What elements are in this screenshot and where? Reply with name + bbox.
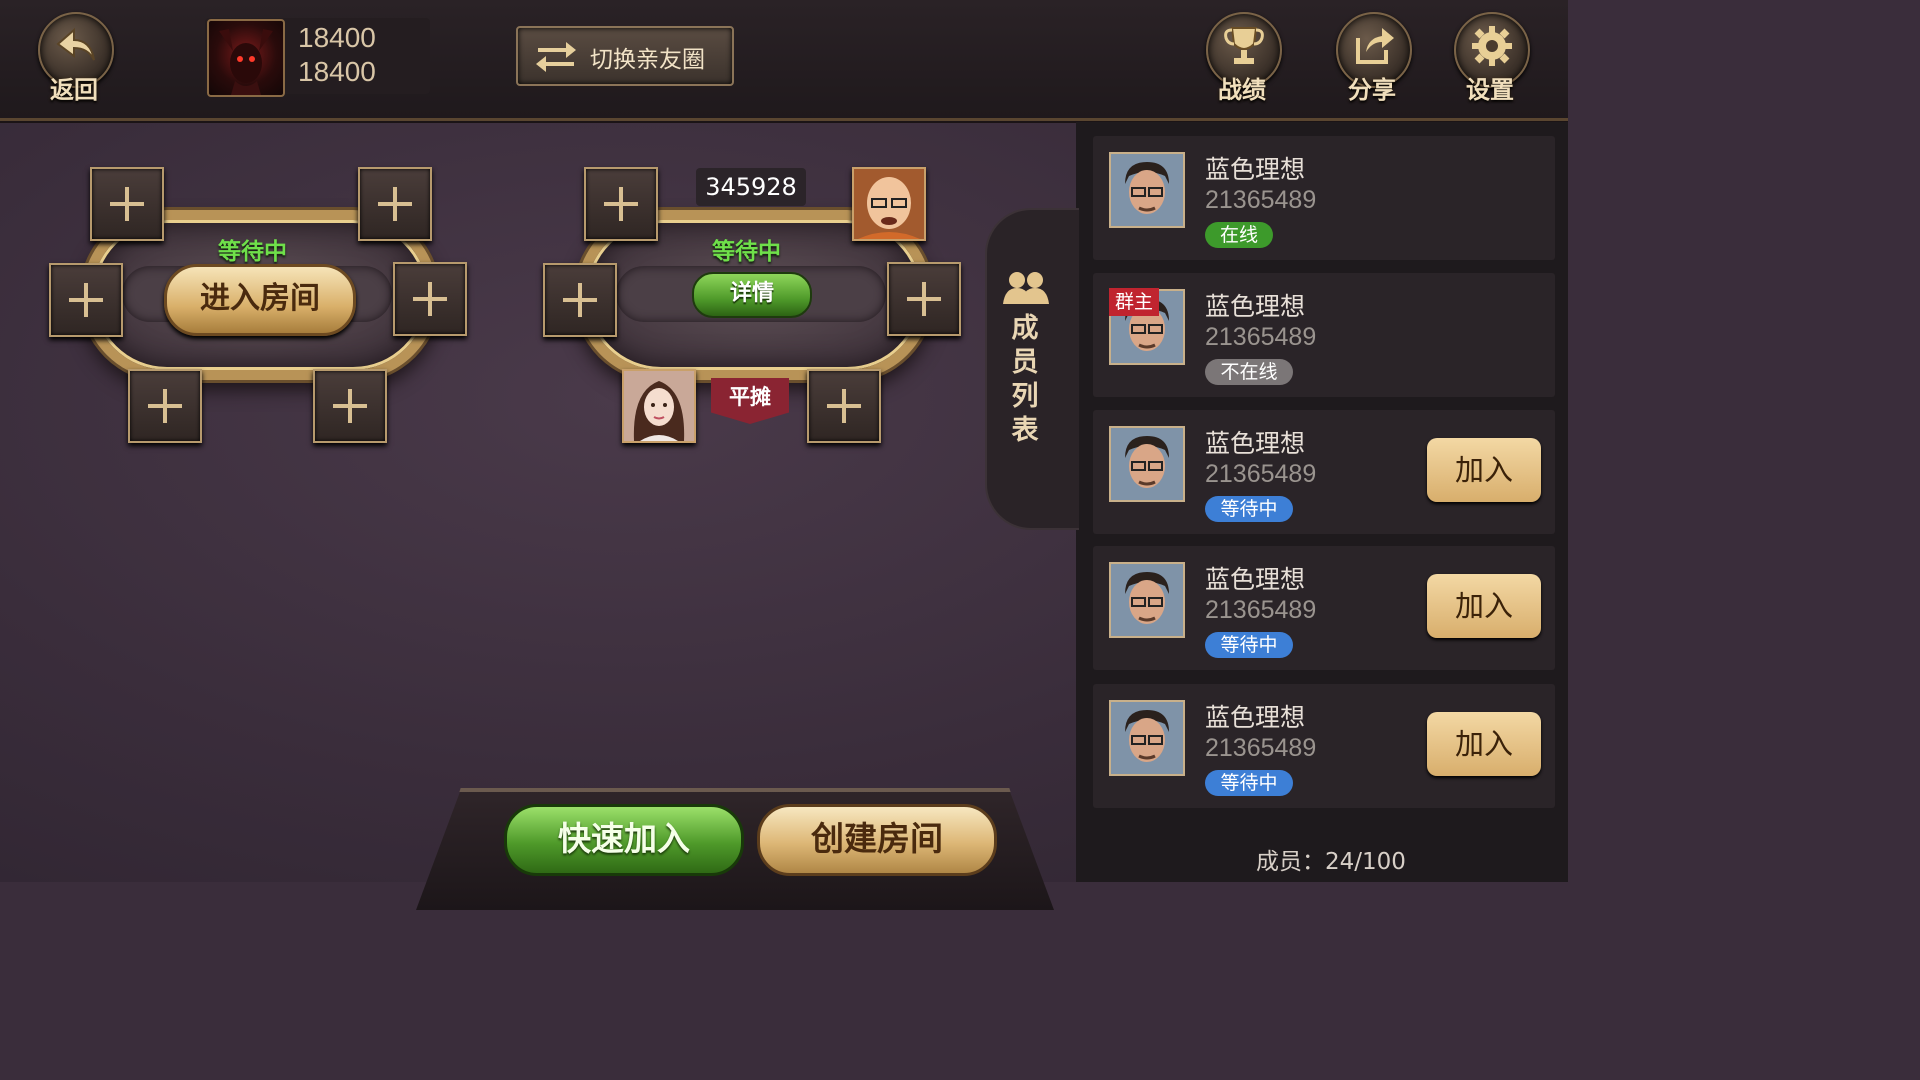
back-label: 返回 bbox=[50, 76, 98, 104]
join-button[interactable]: 加入 bbox=[1427, 712, 1541, 776]
record-label: 战绩 bbox=[1218, 76, 1266, 104]
member-avatar bbox=[1109, 426, 1185, 502]
status-badge: 等待中 bbox=[1205, 496, 1293, 522]
swap-arrows-icon bbox=[536, 42, 576, 72]
create-room-button[interactable]: 创建房间 bbox=[757, 804, 997, 876]
avatar[interactable] bbox=[207, 19, 285, 97]
member-avatar bbox=[1109, 700, 1185, 776]
empty-seat[interactable] bbox=[887, 262, 961, 336]
woman-avatar-icon bbox=[624, 371, 694, 441]
member-avatar bbox=[1109, 152, 1185, 228]
man-glasses-avatar-icon bbox=[1111, 428, 1183, 500]
enter-room-button[interactable]: 进入房间 bbox=[164, 264, 356, 336]
group-owner-badge: 群主 bbox=[1109, 288, 1159, 316]
balance-secondary: 18400 bbox=[298, 56, 376, 87]
empty-seat[interactable] bbox=[807, 369, 881, 443]
player-avatar[interactable] bbox=[622, 369, 696, 443]
member-card[interactable]: 蓝色理想 21365489 等待中 加入 bbox=[1093, 684, 1555, 808]
settings-label: 设置 bbox=[1466, 76, 1514, 104]
empty-seat[interactable] bbox=[393, 262, 467, 336]
member-name: 蓝色理想 bbox=[1205, 429, 1306, 458]
man-glasses-avatar-icon bbox=[1111, 564, 1183, 636]
man-glasses-avatar-icon bbox=[1111, 154, 1183, 226]
man-glasses-avatar-icon bbox=[1111, 702, 1183, 774]
demon-avatar-icon bbox=[219, 29, 273, 95]
member-card[interactable]: 蓝色理想 21365489 等待中 加入 bbox=[1093, 410, 1555, 534]
details-button[interactable]: 详情 bbox=[692, 272, 812, 318]
share-icon bbox=[1356, 28, 1394, 64]
member-name: 蓝色理想 bbox=[1205, 703, 1306, 732]
join-button[interactable]: 加入 bbox=[1427, 438, 1541, 502]
member-id: 21365489 bbox=[1205, 734, 1317, 762]
bald-man-avatar-icon bbox=[854, 169, 924, 239]
status-badge: 不在线 bbox=[1205, 359, 1293, 385]
quick-join-button[interactable]: 快速加入 bbox=[504, 804, 744, 876]
share-label: 分享 bbox=[1348, 76, 1396, 104]
trophy-icon bbox=[1224, 27, 1264, 64]
member-name: 蓝色理想 bbox=[1205, 565, 1306, 594]
member-id: 21365489 bbox=[1205, 596, 1317, 624]
table-1-status: 等待中 bbox=[218, 239, 287, 265]
empty-seat[interactable] bbox=[584, 167, 658, 241]
member-card[interactable]: 蓝色理想 21365489 不在线 bbox=[1093, 273, 1555, 397]
bottom-dock-border bbox=[459, 788, 1011, 792]
switch-circle-button[interactable]: 切换亲友圈 bbox=[516, 26, 734, 86]
member-card[interactable]: 蓝色理想 21365489 在线 bbox=[1093, 136, 1555, 260]
member-id: 21365489 bbox=[1205, 460, 1317, 488]
back-arrow-icon bbox=[56, 27, 95, 61]
balance-primary: 18400 bbox=[298, 22, 376, 53]
empty-seat[interactable] bbox=[128, 369, 202, 443]
room-number: 345928 bbox=[696, 168, 806, 206]
empty-seat[interactable] bbox=[90, 167, 164, 241]
member-id: 21365489 bbox=[1205, 323, 1317, 351]
status-badge: 等待中 bbox=[1205, 632, 1293, 658]
member-list-tab-label: 成员列表 bbox=[1011, 313, 1039, 446]
join-button[interactable]: 加入 bbox=[1427, 574, 1541, 638]
gear-icon bbox=[1472, 26, 1512, 66]
empty-seat[interactable] bbox=[313, 369, 387, 443]
member-id: 21365489 bbox=[1205, 186, 1317, 214]
member-count: 成员：24/100 bbox=[1256, 849, 1406, 875]
members-icon bbox=[1003, 272, 1049, 304]
switch-circle-label: 切换亲友圈 bbox=[590, 47, 705, 73]
status-badge: 在线 bbox=[1205, 222, 1273, 248]
player-avatar[interactable] bbox=[852, 167, 926, 241]
empty-seat[interactable] bbox=[543, 263, 617, 337]
empty-seat[interactable] bbox=[358, 167, 432, 241]
member-card[interactable]: 蓝色理想 21365489 等待中 加入 bbox=[1093, 546, 1555, 670]
member-avatar bbox=[1109, 562, 1185, 638]
table-2-status: 等待中 bbox=[712, 239, 781, 265]
member-name: 蓝色理想 bbox=[1205, 155, 1306, 184]
member-name: 蓝色理想 bbox=[1205, 292, 1306, 321]
empty-seat[interactable] bbox=[49, 263, 123, 337]
status-badge: 等待中 bbox=[1205, 770, 1293, 796]
